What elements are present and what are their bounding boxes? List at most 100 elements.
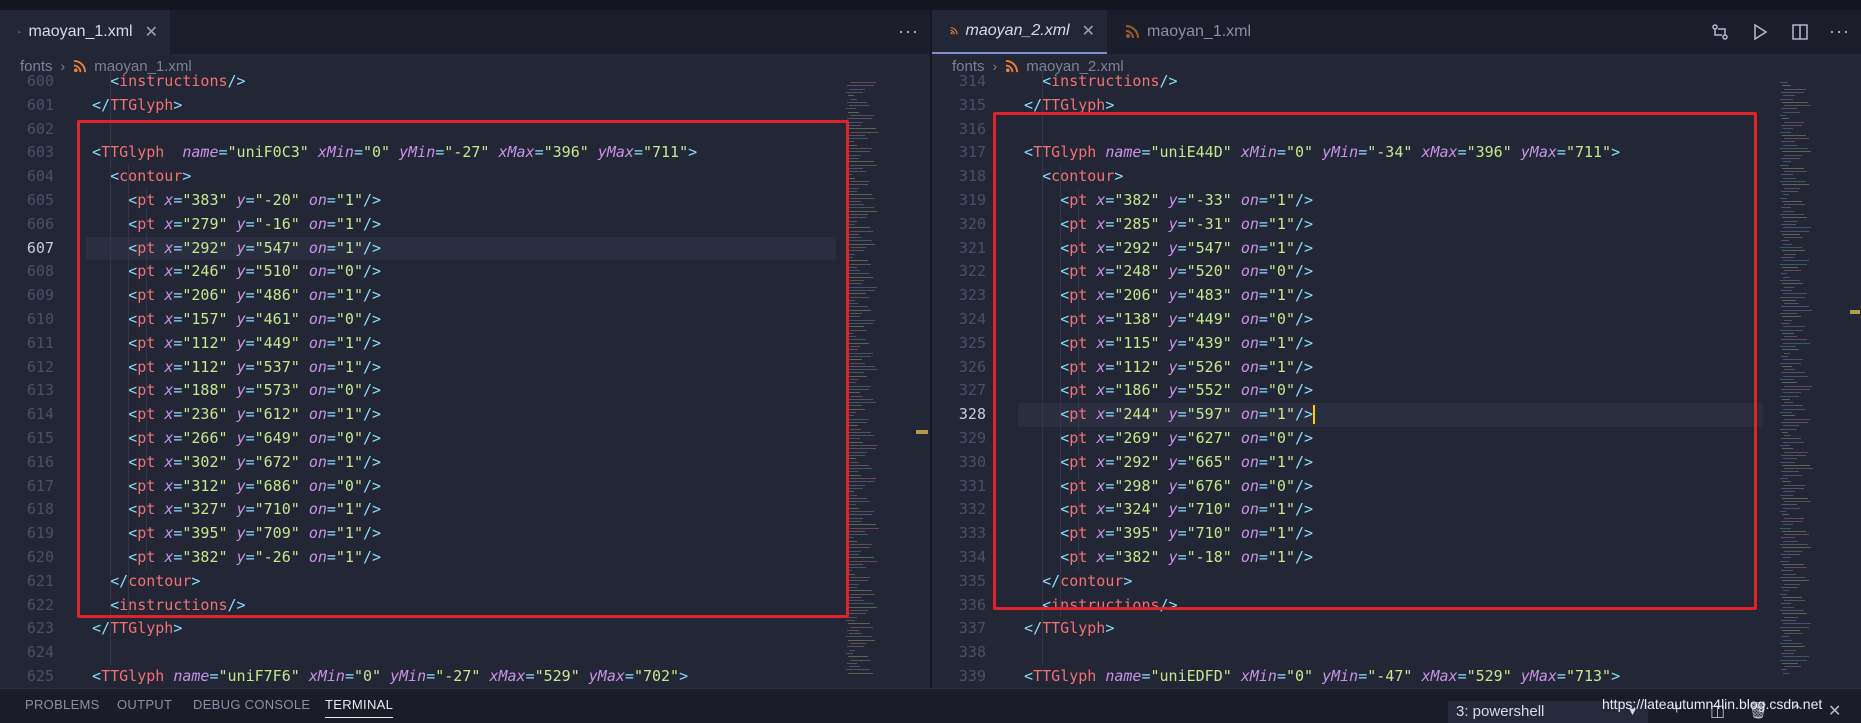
minimap-line: [1783, 276, 1790, 278]
line-number: 325: [958, 333, 986, 352]
code-text: <TTGlyph name="uniEDFD" xMin="0" yMin="-…: [1006, 665, 1620, 688]
minimap-left[interactable]: [846, 82, 879, 688]
minimap-line: [1780, 362, 1801, 364]
compare-changes-icon[interactable]: [1710, 22, 1730, 42]
code-token: =: [1457, 667, 1467, 685]
code-token: yMax: [588, 667, 625, 685]
code-line[interactable]: 624: [0, 641, 930, 665]
title-strip: [0, 0, 1861, 10]
minimap-line: [1783, 375, 1808, 377]
minimap-line: [1780, 230, 1809, 232]
minimap-line: [847, 184, 868, 186]
minimap-line: [850, 181, 870, 182]
panel-tab-output[interactable]: OUTPUT: [117, 697, 172, 712]
minimap-line: [1783, 524, 1793, 526]
minimap-line: [850, 593, 875, 595]
code-text: <TTGlyph name="uniF7F6" xMin="0" yMin="-…: [74, 665, 688, 688]
code-line[interactable]: 314 <instructions/>: [932, 70, 1861, 94]
highlight-box-left: [77, 120, 849, 618]
minimap-line: [1781, 306, 1809, 308]
minimap-line: [848, 309, 871, 311]
minimap-line: [1784, 649, 1796, 651]
minimap-line: [1782, 629, 1800, 631]
code-token: "529": [534, 667, 580, 685]
code-line[interactable]: 337 </TTGlyph>: [932, 617, 1861, 641]
code-line[interactable]: 623 </TTGlyph>: [0, 617, 930, 641]
line-number: 338: [958, 643, 986, 662]
tab-maoyan-2[interactable]: maoyan_2.xml ✕: [932, 10, 1107, 54]
minimap-line: [1783, 210, 1794, 212]
line-number: 618: [26, 500, 54, 519]
minimap-right[interactable]: [1780, 82, 1813, 688]
code-token: "0": [353, 667, 382, 685]
line-number: 609: [26, 286, 54, 305]
close-panel-icon[interactable]: ✕: [1828, 701, 1841, 721]
code-line[interactable]: 339 <TTGlyph name="uniEDFD" xMin="0" yMi…: [932, 665, 1861, 688]
minimap-line: [1781, 372, 1805, 374]
line-number: 606: [26, 214, 54, 233]
minimap-line: [1783, 491, 1795, 493]
code-token: yMin: [1322, 667, 1359, 685]
tab-bar-right: maoyan_2.xml ✕ maoyan_1.xml ···: [932, 10, 1861, 54]
line-number: 337: [958, 619, 986, 638]
minimap-line: [848, 392, 860, 394]
minimap-line: [850, 115, 874, 116]
more-actions-icon[interactable]: ···: [1829, 21, 1850, 42]
editor-group-left[interactable]: maoyan_1.xml ✕ ··· fonts › maoyan_1.xml …: [0, 10, 930, 688]
minimap-line: [1781, 273, 1787, 275]
more-actions-icon[interactable]: ···: [898, 21, 919, 42]
minimap-line: [1783, 342, 1810, 344]
line-number: 320: [958, 214, 986, 233]
minimap-line: [1782, 349, 1799, 351]
minimap-line: [850, 527, 879, 529]
minimap-line: [846, 669, 870, 671]
minimap-line: [850, 280, 864, 281]
editor-group-right[interactable]: maoyan_2.xml ✕ maoyan_1.xml ··· fonts › …: [932, 10, 1861, 688]
minimap-line: [1784, 187, 1800, 189]
line-number: 321: [958, 238, 986, 257]
minimap-line: [847, 118, 872, 120]
code-token: instructions: [1051, 72, 1160, 90]
panel-tab-terminal[interactable]: TERMINAL: [325, 697, 394, 718]
tab-maoyan-1-left[interactable]: maoyan_1.xml ✕: [0, 10, 170, 54]
minimap-line: [848, 161, 874, 163]
code-line[interactable]: 625 <TTGlyph name="uniF7F6" xMin="0" yMi…: [0, 665, 930, 688]
minimap-line: [1780, 263, 1807, 265]
line-number: 314: [958, 72, 986, 90]
minimap-line: [1784, 666, 1801, 668]
code-token: name: [173, 667, 210, 685]
code-line[interactable]: 601 </TTGlyph>: [0, 94, 930, 118]
line-number: 617: [26, 476, 54, 495]
code-token: >: [1611, 667, 1621, 685]
minimap-line: [846, 339, 866, 341]
split-editor-icon[interactable]: [1790, 22, 1810, 42]
minimap-line: [1784, 550, 1802, 552]
tab-maoyan-1-right[interactable]: maoyan_1.xml: [1107, 10, 1277, 54]
minimap-line: [849, 88, 865, 90]
code-token: =: [1556, 667, 1566, 685]
panel-tab-debug-console[interactable]: DEBUG CONSOLE: [193, 697, 310, 712]
code-line[interactable]: 338: [932, 641, 1861, 665]
minimap-line: [850, 148, 872, 149]
minimap-line: [1784, 484, 1806, 486]
minimap-line: [1784, 501, 1811, 503]
code-line[interactable]: 600 <instructions/>: [0, 70, 930, 94]
panel-tab-problems[interactable]: PROBLEMS: [25, 697, 100, 712]
minimap-line: [850, 379, 858, 380]
minimap-line: [1783, 540, 1798, 542]
minimap-line: [850, 626, 873, 628]
minimap-line: [1783, 243, 1792, 245]
close-tab-icon[interactable]: ✕: [1082, 21, 1095, 41]
minimap-line: [1783, 194, 1789, 196]
run-icon[interactable]: [1750, 22, 1770, 42]
code-token: xMin: [308, 667, 345, 685]
close-tab-icon[interactable]: ✕: [145, 22, 158, 42]
minimap-line: [850, 412, 856, 413]
minimap-line: [850, 362, 865, 364]
minimap-line: [847, 530, 865, 532]
code-token: />: [1159, 72, 1178, 90]
minimap-line: [849, 204, 864, 206]
